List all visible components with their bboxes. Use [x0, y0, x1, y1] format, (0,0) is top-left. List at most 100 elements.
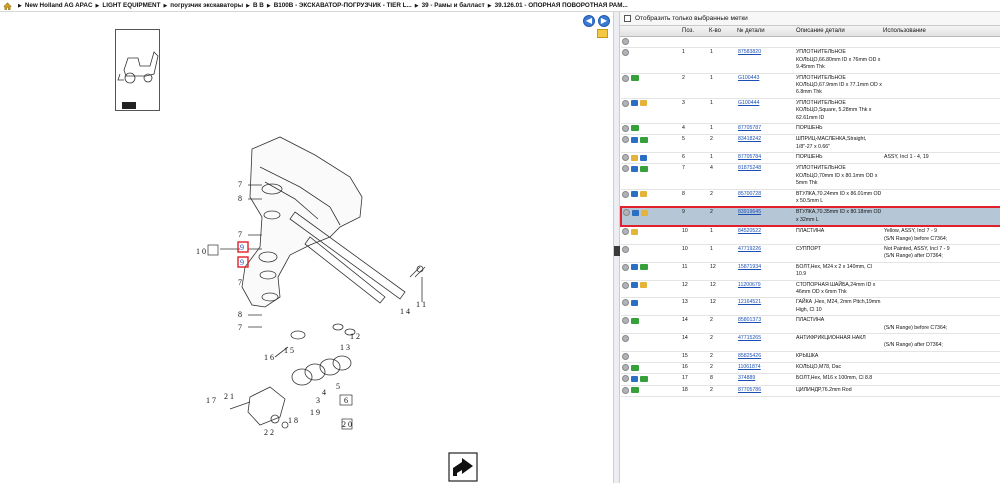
breadcrumb-item-6[interactable]: ▶ 39 - Рамы и балласт [412, 2, 485, 9]
part-number-link[interactable]: G100444 [738, 100, 759, 106]
part-number-link[interactable]: 47719226 [738, 246, 761, 252]
row-part-number[interactable]: 83418242 [737, 134, 795, 154]
box-icon[interactable] [640, 100, 647, 107]
row-icons[interactable] [621, 385, 681, 397]
row-part-number[interactable]: 47719226 [737, 244, 795, 263]
part-number-link[interactable]: 374889 [738, 375, 755, 381]
table-row[interactable]: 6 1 87705784 ПОРШЕНЬ ASSY, Incl 1 - 4, 19 [621, 152, 1000, 165]
table-row[interactable]: 2 1 G100443 УПЛОТНИТЕЛЬНОЕ КОЛЬЦО,67.9mm ID… [621, 73, 1000, 99]
info-icon[interactable] [622, 281, 629, 289]
export-icon[interactable] [448, 452, 478, 482]
part-number-link[interactable]: 84520522 [738, 228, 761, 234]
row-part-number[interactable]: 87705786 [737, 385, 795, 397]
table-row[interactable]: 1 1 87583820 УПЛОТНИТЕЛЬНОЕ КОЛЬЦО,66.80mm … [621, 47, 1000, 74]
part-number-link[interactable]: 12164521 [738, 299, 761, 305]
next-button[interactable]: ▶ [598, 15, 610, 27]
table-row[interactable] [621, 37, 1000, 49]
col-qty[interactable]: К-во [709, 28, 721, 34]
box-icon[interactable] [631, 228, 638, 235]
table-row[interactable]: 3 1 G100444 УПЛОТНИТЕЛЬНОЕ КОЛЬЦО,Square, 5… [621, 98, 1000, 124]
info-icon[interactable] [622, 335, 629, 343]
link-icon[interactable] [631, 191, 638, 198]
table-row[interactable]: 13 12 12164521 ГАЙКА ,Hex, M24, 2mm Pitch,1… [621, 297, 1000, 317]
row-icons[interactable] [621, 189, 681, 208]
row-part-number[interactable]: 84520522 [737, 226, 795, 245]
table-row[interactable]: 16 2 11061874 КОЛЬЦО,M78, Dac [621, 362, 1000, 375]
folder-icon[interactable] [597, 29, 608, 38]
row-icons[interactable] [620, 206, 681, 228]
breadcrumb-item-2[interactable]: ▶ LIGHT EQUIPMENT [93, 2, 161, 9]
info-icon[interactable] [622, 386, 629, 394]
info-icon[interactable] [622, 364, 629, 372]
link-icon[interactable] [631, 100, 638, 107]
link-icon[interactable] [631, 282, 638, 289]
row-icons[interactable] [621, 373, 681, 386]
info-icon[interactable] [622, 317, 629, 325]
part-number-link[interactable]: 83418242 [738, 136, 761, 142]
arrow-icon[interactable] [640, 375, 648, 382]
info-icon[interactable] [622, 299, 629, 307]
row-part-number[interactable]: 87583820 [737, 47, 795, 74]
info-icon[interactable] [622, 263, 629, 271]
link-icon[interactable] [640, 154, 647, 161]
table-row[interactable]: 10 1 84520522 ПЛАСТИНА Yellow, ASSY, Incl 7 … [621, 226, 1000, 245]
row-icons[interactable] [621, 262, 681, 281]
col-usage[interactable]: Использование [883, 28, 926, 34]
table-row[interactable]: 9 2 83919645 ВТУЛКА,70.35mm ID x 80.18mm OD… [620, 206, 1000, 228]
info-icon[interactable] [622, 49, 629, 57]
row-part-number[interactable]: 87705787 [737, 123, 795, 136]
box-icon[interactable] [640, 191, 647, 198]
info-icon[interactable] [622, 228, 629, 236]
row-icons[interactable] [621, 152, 681, 165]
breadcrumb-item-7[interactable]: ▶ 39.126.01 - ОПОРНАЯ ПОВОРОТНАЯ РАМ... [485, 2, 628, 9]
col-pos[interactable]: Поз. [682, 28, 694, 34]
table-row[interactable]: 14 2 47715265 АНТИФРИКЦИОННАЯ НАКЛ (S/N Ran… [621, 333, 1000, 352]
col-part[interactable]: № детали [737, 28, 765, 34]
row-part-number[interactable]: 47715265 [737, 333, 795, 352]
box-icon[interactable] [641, 209, 648, 216]
info-icon[interactable] [622, 154, 629, 162]
row-part-number[interactable]: 81875248 [737, 163, 795, 190]
machine-thumbnail[interactable] [115, 29, 160, 111]
part-number-link[interactable]: 87705784 [738, 154, 761, 160]
table-row[interactable]: 14 2 85801373 ПЛАСТИНА (S/N Range) before C… [621, 315, 1000, 335]
part-number-link[interactable]: G100443 [738, 75, 759, 81]
table-row[interactable]: 17 8 374889 БОЛТ,Hex, M16 x 100mm, Cl 8.8 [621, 373, 1000, 386]
row-part-number[interactable] [737, 37, 795, 49]
row-icons[interactable] [621, 73, 681, 99]
show-selected-checkbox[interactable] [624, 15, 631, 22]
info-icon[interactable] [622, 38, 629, 45]
table-row[interactable]: 7 4 81875248 УПЛОТНИТЕЛЬНОЕ КОЛЬЦО,70mm ID … [621, 163, 1000, 190]
part-number-link[interactable]: 87705786 [738, 387, 761, 393]
arrow-icon[interactable] [640, 136, 648, 143]
part-number-link[interactable]: 11200679 [738, 282, 761, 288]
row-icons[interactable] [621, 297, 681, 317]
link-icon[interactable] [631, 136, 638, 143]
info-icon[interactable] [622, 352, 629, 360]
info-icon[interactable] [622, 136, 629, 144]
row-icons[interactable] [621, 351, 681, 364]
part-number-link[interactable]: 15871934 [738, 264, 761, 270]
row-icons[interactable] [621, 123, 681, 136]
row-part-number[interactable]: 11061874 [737, 362, 795, 375]
info-icon[interactable] [622, 245, 629, 253]
table-row[interactable]: 8 2 85700728 ВТУЛКА,70.24mm ID x 86.01mm OD… [621, 189, 1000, 208]
link-icon[interactable] [632, 209, 639, 216]
breadcrumb-item-3[interactable]: ▶ погрузчик экскаваторы [160, 2, 243, 9]
row-icons[interactable] [621, 47, 681, 74]
link-icon[interactable] [631, 375, 638, 382]
table-row[interactable]: 18 2 87705786 ЦИЛИНДР,76.2mm Rod [621, 385, 1000, 397]
row-part-number[interactable]: 374889 [737, 373, 795, 386]
row-icons[interactable] [621, 226, 681, 245]
row-icons[interactable] [621, 244, 681, 263]
table-row[interactable]: 11 12 15871934 БОЛТ,Hex, M24 x 2 x 140mm, C… [621, 262, 1000, 281]
row-part-number[interactable]: 87705784 [737, 152, 795, 165]
row-part-number[interactable]: 83919645 [737, 206, 795, 228]
row-part-number[interactable]: 85801373 [737, 315, 795, 335]
arrow-icon[interactable] [631, 364, 639, 371]
row-icons[interactable] [621, 315, 681, 335]
part-number-link[interactable]: 85700728 [738, 191, 761, 197]
row-icons[interactable] [621, 37, 681, 49]
link-icon[interactable] [631, 264, 638, 271]
table-row[interactable]: 5 2 83418242 ШПРИЦ-МАСЛЕНКА,Straight, 1/8"-… [621, 134, 1000, 154]
